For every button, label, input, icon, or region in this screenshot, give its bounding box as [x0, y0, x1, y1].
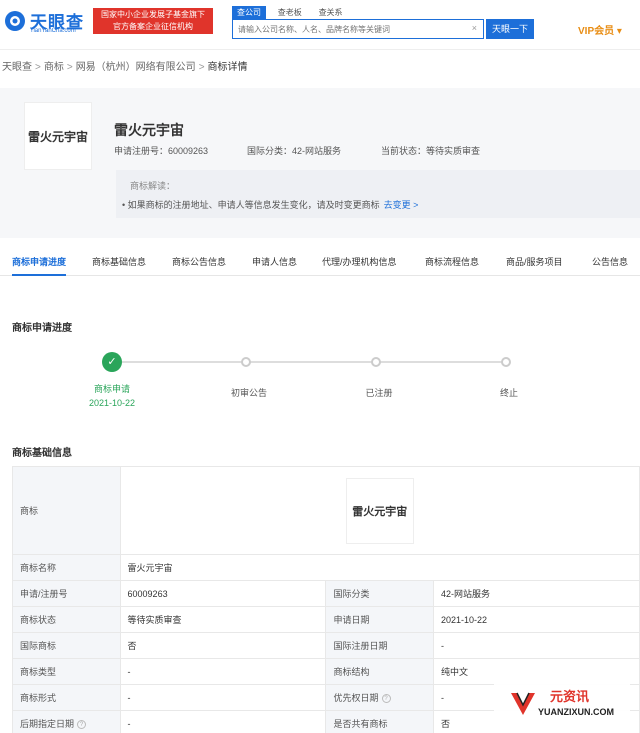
row-label: 商标结构 [325, 658, 435, 685]
search-tab-relation[interactable]: 查关系 [314, 6, 348, 19]
table-row: 申请/注册号 60009263 国际分类 42-网站服务 [12, 580, 640, 607]
search-button[interactable]: 天眼一下 [486, 19, 534, 39]
logo-value: 雷火元宇宙 [119, 466, 640, 555]
row-value: 否 [119, 632, 327, 659]
row-label: 是否共有商标 [325, 710, 435, 733]
row-value: 60009263 [119, 580, 327, 607]
tab-announcement[interactable]: 公告信息 [592, 248, 628, 276]
trademark-thumbnail: 雷火元宇宙 [24, 102, 92, 170]
site-logo[interactable]: 天眼查 TianYanCha.com [4, 8, 90, 36]
breadcrumb-trademark[interactable]: 商标 [44, 58, 64, 73]
yuanzixun-logo-icon [511, 692, 535, 715]
basic-info-section-title: 商标基础信息 [12, 448, 72, 459]
search-tab-company[interactable]: 查公司 [232, 6, 266, 19]
logo-label: 商标 [12, 466, 121, 555]
trademark-summary: 雷火元宇宙 雷火元宇宙 申请注册号：60009263 国际分类：42-网站服务 … [0, 88, 640, 238]
row-value: - [119, 710, 327, 733]
intl-class: 国际分类：42-网站服务 [247, 146, 342, 156]
search-box: × [232, 19, 484, 39]
breadcrumb: 天眼查 > 商标 > 网易（杭州）网络有限公司 > 商标详情 [0, 58, 640, 76]
row-label: 国际分类 [325, 580, 435, 607]
step-label-preliminary: 初审公告 [230, 388, 267, 398]
help-icon[interactable]: ? [381, 694, 391, 704]
detail-tabs: 商标申请进度 商标基础信息 商标公告信息 申请人信息 代理/办理机构信息 商标流… [0, 248, 640, 276]
search-tab-boss[interactable]: 查老板 [273, 6, 307, 19]
later-date-label: 后期指定日期 [20, 719, 75, 729]
row-label: 商标类型 [12, 658, 121, 685]
trademark-interpretation: 商标解读： • 如果商标的注册地址、申请人等信息发生变化，请及时变更商标 去变更 … [116, 170, 640, 218]
watermark: 元资讯 YUANZIXUN.COM [494, 682, 630, 724]
row-label: 商标形式 [12, 684, 121, 711]
table-row: 商标类型 - 商标结构 纯中文 [12, 658, 640, 685]
tianyancha-logo-icon [5, 11, 25, 31]
badge-line-1: 国家中小企业发展子基金旗下 [101, 10, 205, 19]
trademark-logo-image: 雷火元宇宙 [345, 477, 414, 544]
breadcrumb-separator: > [198, 62, 205, 73]
step-dot-preliminary [241, 357, 251, 367]
row-value: - [119, 658, 327, 685]
name-value: 雷火元宇宙 [119, 554, 640, 581]
tab-notice-info[interactable]: 商标公告信息 [172, 248, 226, 276]
clear-icon[interactable]: × [472, 23, 477, 33]
row-label: 国际注册日期 [325, 632, 435, 659]
change-link[interactable]: 去变更 > [384, 200, 419, 210]
watermark-en: YUANZIXUN.COM [538, 707, 614, 717]
row-value: 纯中文 [433, 658, 640, 685]
progress-track [122, 361, 506, 363]
interpretation-body: • 如果商标的注册地址、申请人等信息发生变化，请及时变更商标 [122, 200, 380, 210]
progress-section-title: 商标申请进度 [12, 323, 72, 334]
row-value: 等待实质审查 [119, 606, 327, 633]
breadcrumb-home[interactable]: 天眼查 [2, 58, 32, 73]
priority-date-label: 优先权日期 [333, 693, 379, 703]
tab-applicant-info[interactable]: 申请人信息 [252, 248, 297, 276]
step-label-terminated: 终止 [499, 388, 518, 398]
step-dot-registered [371, 357, 381, 367]
search-input[interactable] [233, 20, 469, 38]
help-icon[interactable]: ? [77, 720, 87, 730]
row-label: 优先权日期? [325, 684, 435, 711]
search-tabs: 查公司 查老板 查关系 [232, 6, 352, 19]
breadcrumb-separator: > [35, 62, 41, 73]
check-icon: ✓ [102, 352, 122, 372]
step-dot-terminated [501, 357, 511, 367]
row-value: 2021-10-22 [433, 606, 640, 633]
trademark-name: 雷火元宇宙 [114, 122, 184, 138]
row-label: 国际商标 [12, 632, 121, 659]
step-label-registered: 已注册 [365, 388, 393, 398]
row-label: 申请/注册号 [12, 580, 121, 607]
breadcrumb-separator: > [66, 62, 73, 73]
table-row: 商标名称 雷火元宇宙 [12, 554, 640, 581]
row-label: 后期指定日期? [12, 710, 121, 733]
official-badge: 国家中小企业发展子基金旗下 官方备案企业征信机构 [93, 8, 213, 34]
vip-menu[interactable]: VIP会员 ▾ [578, 22, 622, 37]
interpretation-title: 商标解读： [130, 181, 176, 191]
breadcrumb-company[interactable]: 网易（杭州）网络有限公司 [76, 58, 196, 73]
table-row: 国际商标 否 国际注册日期 - [12, 632, 640, 659]
top-header: 天眼查 TianYanCha.com 国家中小企业发展子基金旗下 官方备案企业征… [0, 0, 640, 50]
step-label-application: 商标申请 [93, 384, 130, 394]
tab-basic-info[interactable]: 商标基础信息 [92, 248, 146, 276]
reg-number: 申请注册号：60009263 [114, 146, 209, 156]
row-value: - [433, 632, 640, 659]
step-date-application: 2021-10-22 [88, 398, 136, 408]
row-value: 42-网站服务 [433, 580, 640, 607]
logo-subtext: TianYanCha.com [30, 28, 76, 34]
name-label: 商标名称 [12, 554, 121, 581]
tab-goods-services[interactable]: 商品/服务项目 [506, 248, 563, 276]
watermark-cn: 元资讯 [550, 689, 590, 704]
tab-agent-info[interactable]: 代理/办理机构信息 [322, 248, 397, 276]
table-row: 商标状态 等待实质审查 申请日期 2021-10-22 [12, 606, 640, 633]
tab-process-info[interactable]: 商标流程信息 [425, 248, 479, 276]
row-label: 商标状态 [12, 606, 121, 633]
row-value: - [119, 684, 327, 711]
badge-line-2: 官方备案企业征信机构 [113, 22, 193, 31]
tab-application-progress[interactable]: 商标申请进度 [12, 248, 67, 276]
row-label: 申请日期 [325, 606, 435, 633]
breadcrumb-current: 商标详情 [207, 62, 248, 73]
table-row: 商标 雷火元宇宙 [12, 466, 640, 555]
interpretation-text: • 如果商标的注册地址、申请人等信息发生变化，请及时变更商标 去变更 > [122, 198, 418, 211]
current-status: 当前状态：等待实质审查 [381, 146, 481, 156]
